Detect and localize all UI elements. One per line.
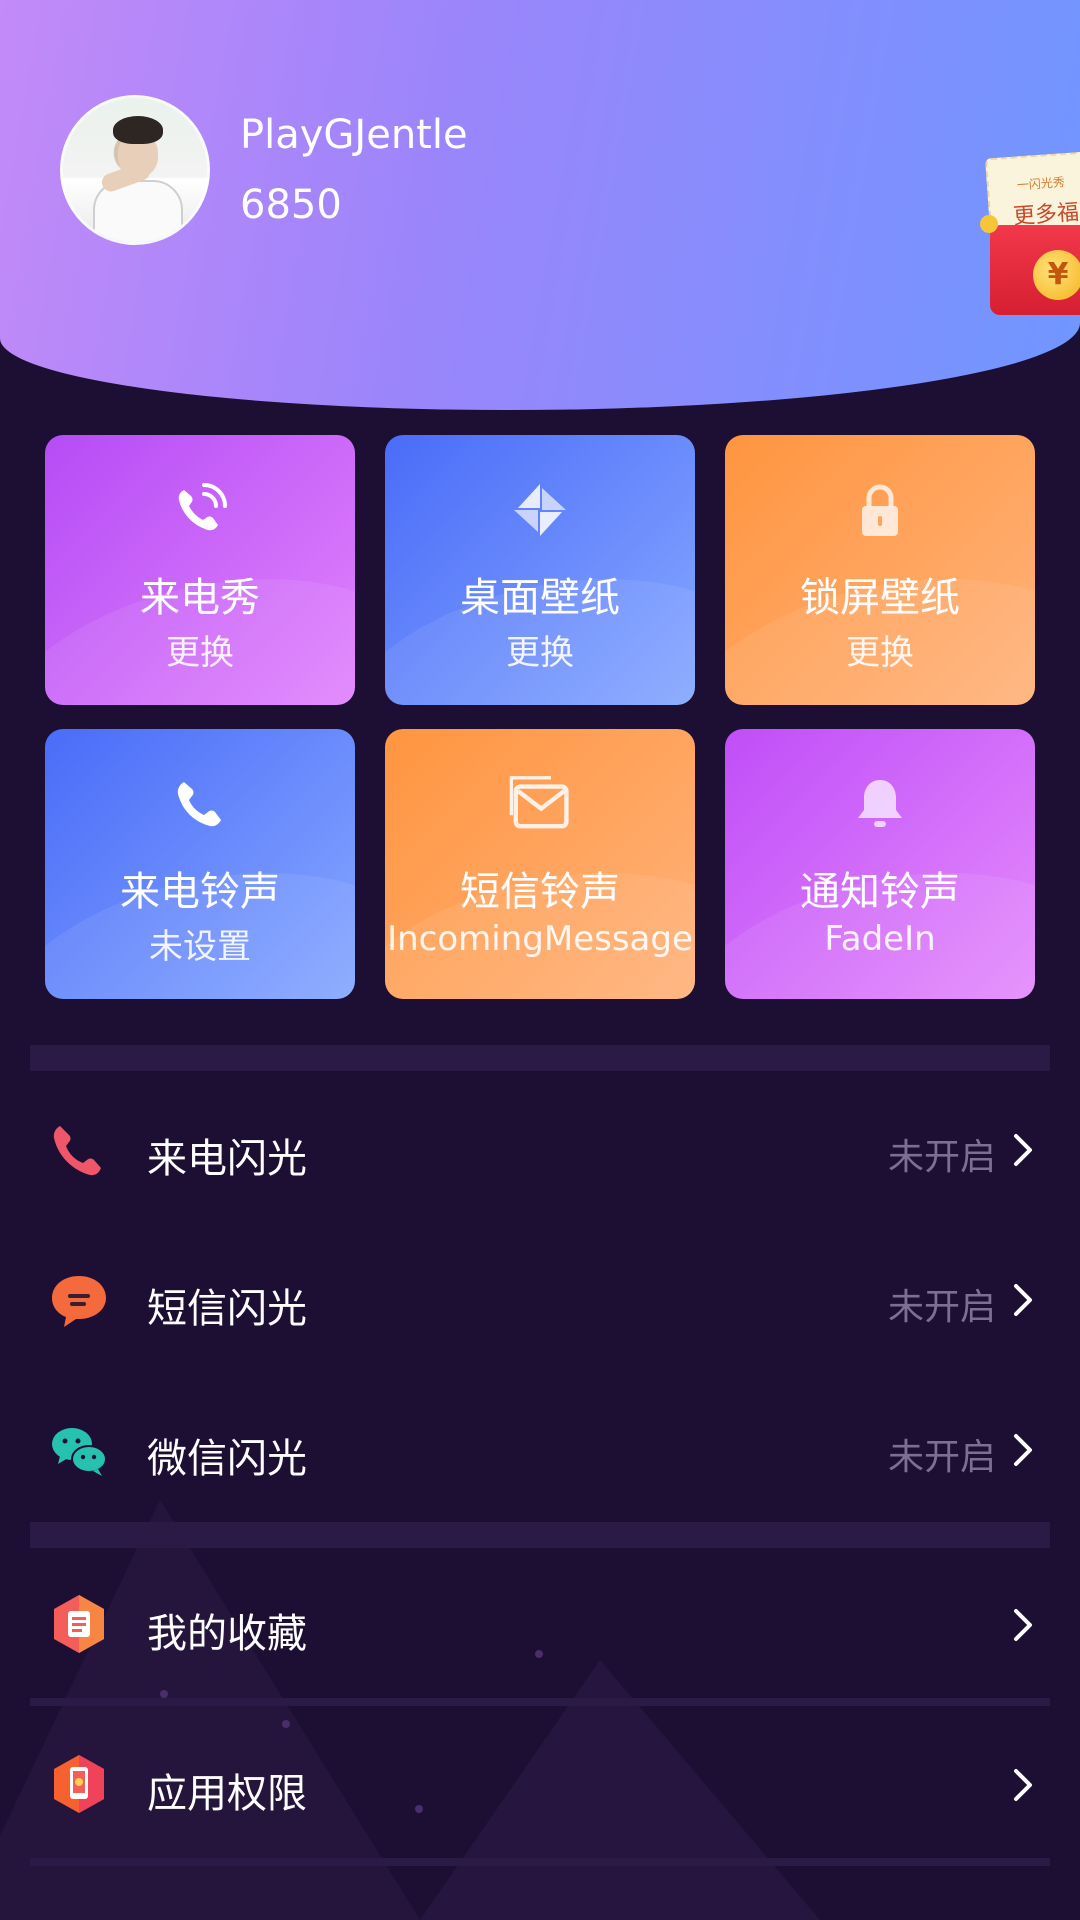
- phone-icon: [53, 1126, 101, 1176]
- row-app-permissions[interactable]: 应用权限: [0, 1715, 1080, 1855]
- chat-bubble-icon: [52, 1276, 106, 1327]
- row-my-favorites[interactable]: 我的收藏: [0, 1555, 1080, 1695]
- tile-subtitle: 更换: [166, 633, 234, 673]
- lock-icon: [862, 484, 898, 536]
- phone-icon: [177, 782, 221, 827]
- row-label: 短信闪光: [147, 1286, 307, 1332]
- section-divider: [30, 1522, 1050, 1548]
- bell-icon: [858, 780, 902, 827]
- row-call-flash[interactable]: 来电闪光 未开启: [0, 1080, 1080, 1220]
- tile-call-ringtone[interactable]: 来电铃声 未设置: [45, 729, 355, 999]
- row-wechat-flash[interactable]: 微信闪光 未开启: [0, 1380, 1080, 1520]
- promo-small-text: 一闪光秀: [1016, 175, 1066, 193]
- chevron-right-icon: [1014, 1609, 1032, 1641]
- row-status: 未开启: [887, 1287, 996, 1328]
- promo-red-packet[interactable]: 一闪光秀 更多福 ¥: [978, 151, 1080, 315]
- tile-sms-ringtone[interactable]: 短信铃声 IncomingMessage: [385, 729, 695, 999]
- wechat-icon: [52, 1428, 107, 1476]
- row-status: 未开启: [887, 1137, 996, 1178]
- coin-icon: [980, 215, 998, 233]
- chevron-right-icon: [1014, 1434, 1032, 1466]
- tile-call-show[interactable]: 来电秀 更换: [45, 435, 355, 705]
- row-label: 应用权限: [147, 1771, 307, 1817]
- chevron-right-icon: [1014, 1134, 1032, 1166]
- tile-subtitle: IncomingMessage: [387, 919, 693, 959]
- avatar[interactable]: [60, 95, 210, 245]
- section-divider: [30, 1045, 1050, 1071]
- chevron-right-icon: [1014, 1769, 1032, 1801]
- tile-lockscreen-wallpaper[interactable]: 锁屏壁纸 更换: [725, 435, 1035, 705]
- tile-title: 锁屏壁纸: [800, 575, 960, 621]
- row-label: 我的收藏: [147, 1611, 307, 1657]
- tile-subtitle: 更换: [506, 633, 574, 673]
- user-score: 6850: [240, 182, 342, 228]
- row-label: 来电闪光: [147, 1136, 307, 1182]
- app-permission-icon: [54, 1755, 104, 1813]
- tile-subtitle: 更换: [846, 633, 914, 673]
- row-sms-flash[interactable]: 短信闪光 未开启: [0, 1230, 1080, 1370]
- tile-title: 来电铃声: [120, 869, 280, 915]
- yuan-coin-icon: ¥: [1033, 250, 1080, 300]
- tile-subtitle: FadeIn: [824, 919, 936, 959]
- tile-title: 桌面壁纸: [460, 575, 620, 621]
- tile-title: 短信铃声: [460, 869, 620, 915]
- row-label: 微信闪光: [147, 1436, 307, 1482]
- tile-title: 来电秀: [140, 575, 260, 621]
- favorites-icon: [54, 1595, 104, 1653]
- phone-ringing-icon: [178, 483, 227, 531]
- chevron-right-icon: [1014, 1284, 1032, 1316]
- pinwheel-icon: [514, 484, 566, 536]
- tile-notification-ringtone[interactable]: 通知铃声 FadeIn: [725, 729, 1035, 999]
- envelope-icon: [509, 776, 569, 829]
- username: PlayGJentle: [240, 112, 468, 158]
- profile-header: PlayGJentle 6850: [0, 0, 1080, 410]
- tile-desktop-wallpaper[interactable]: 桌面壁纸 更换: [385, 435, 695, 705]
- row-divider: [30, 1698, 1050, 1706]
- row-status: 未开启: [887, 1437, 996, 1478]
- row-divider: [30, 1858, 1050, 1866]
- tile-subtitle: 未设置: [149, 927, 251, 967]
- tile-title: 通知铃声: [800, 869, 960, 915]
